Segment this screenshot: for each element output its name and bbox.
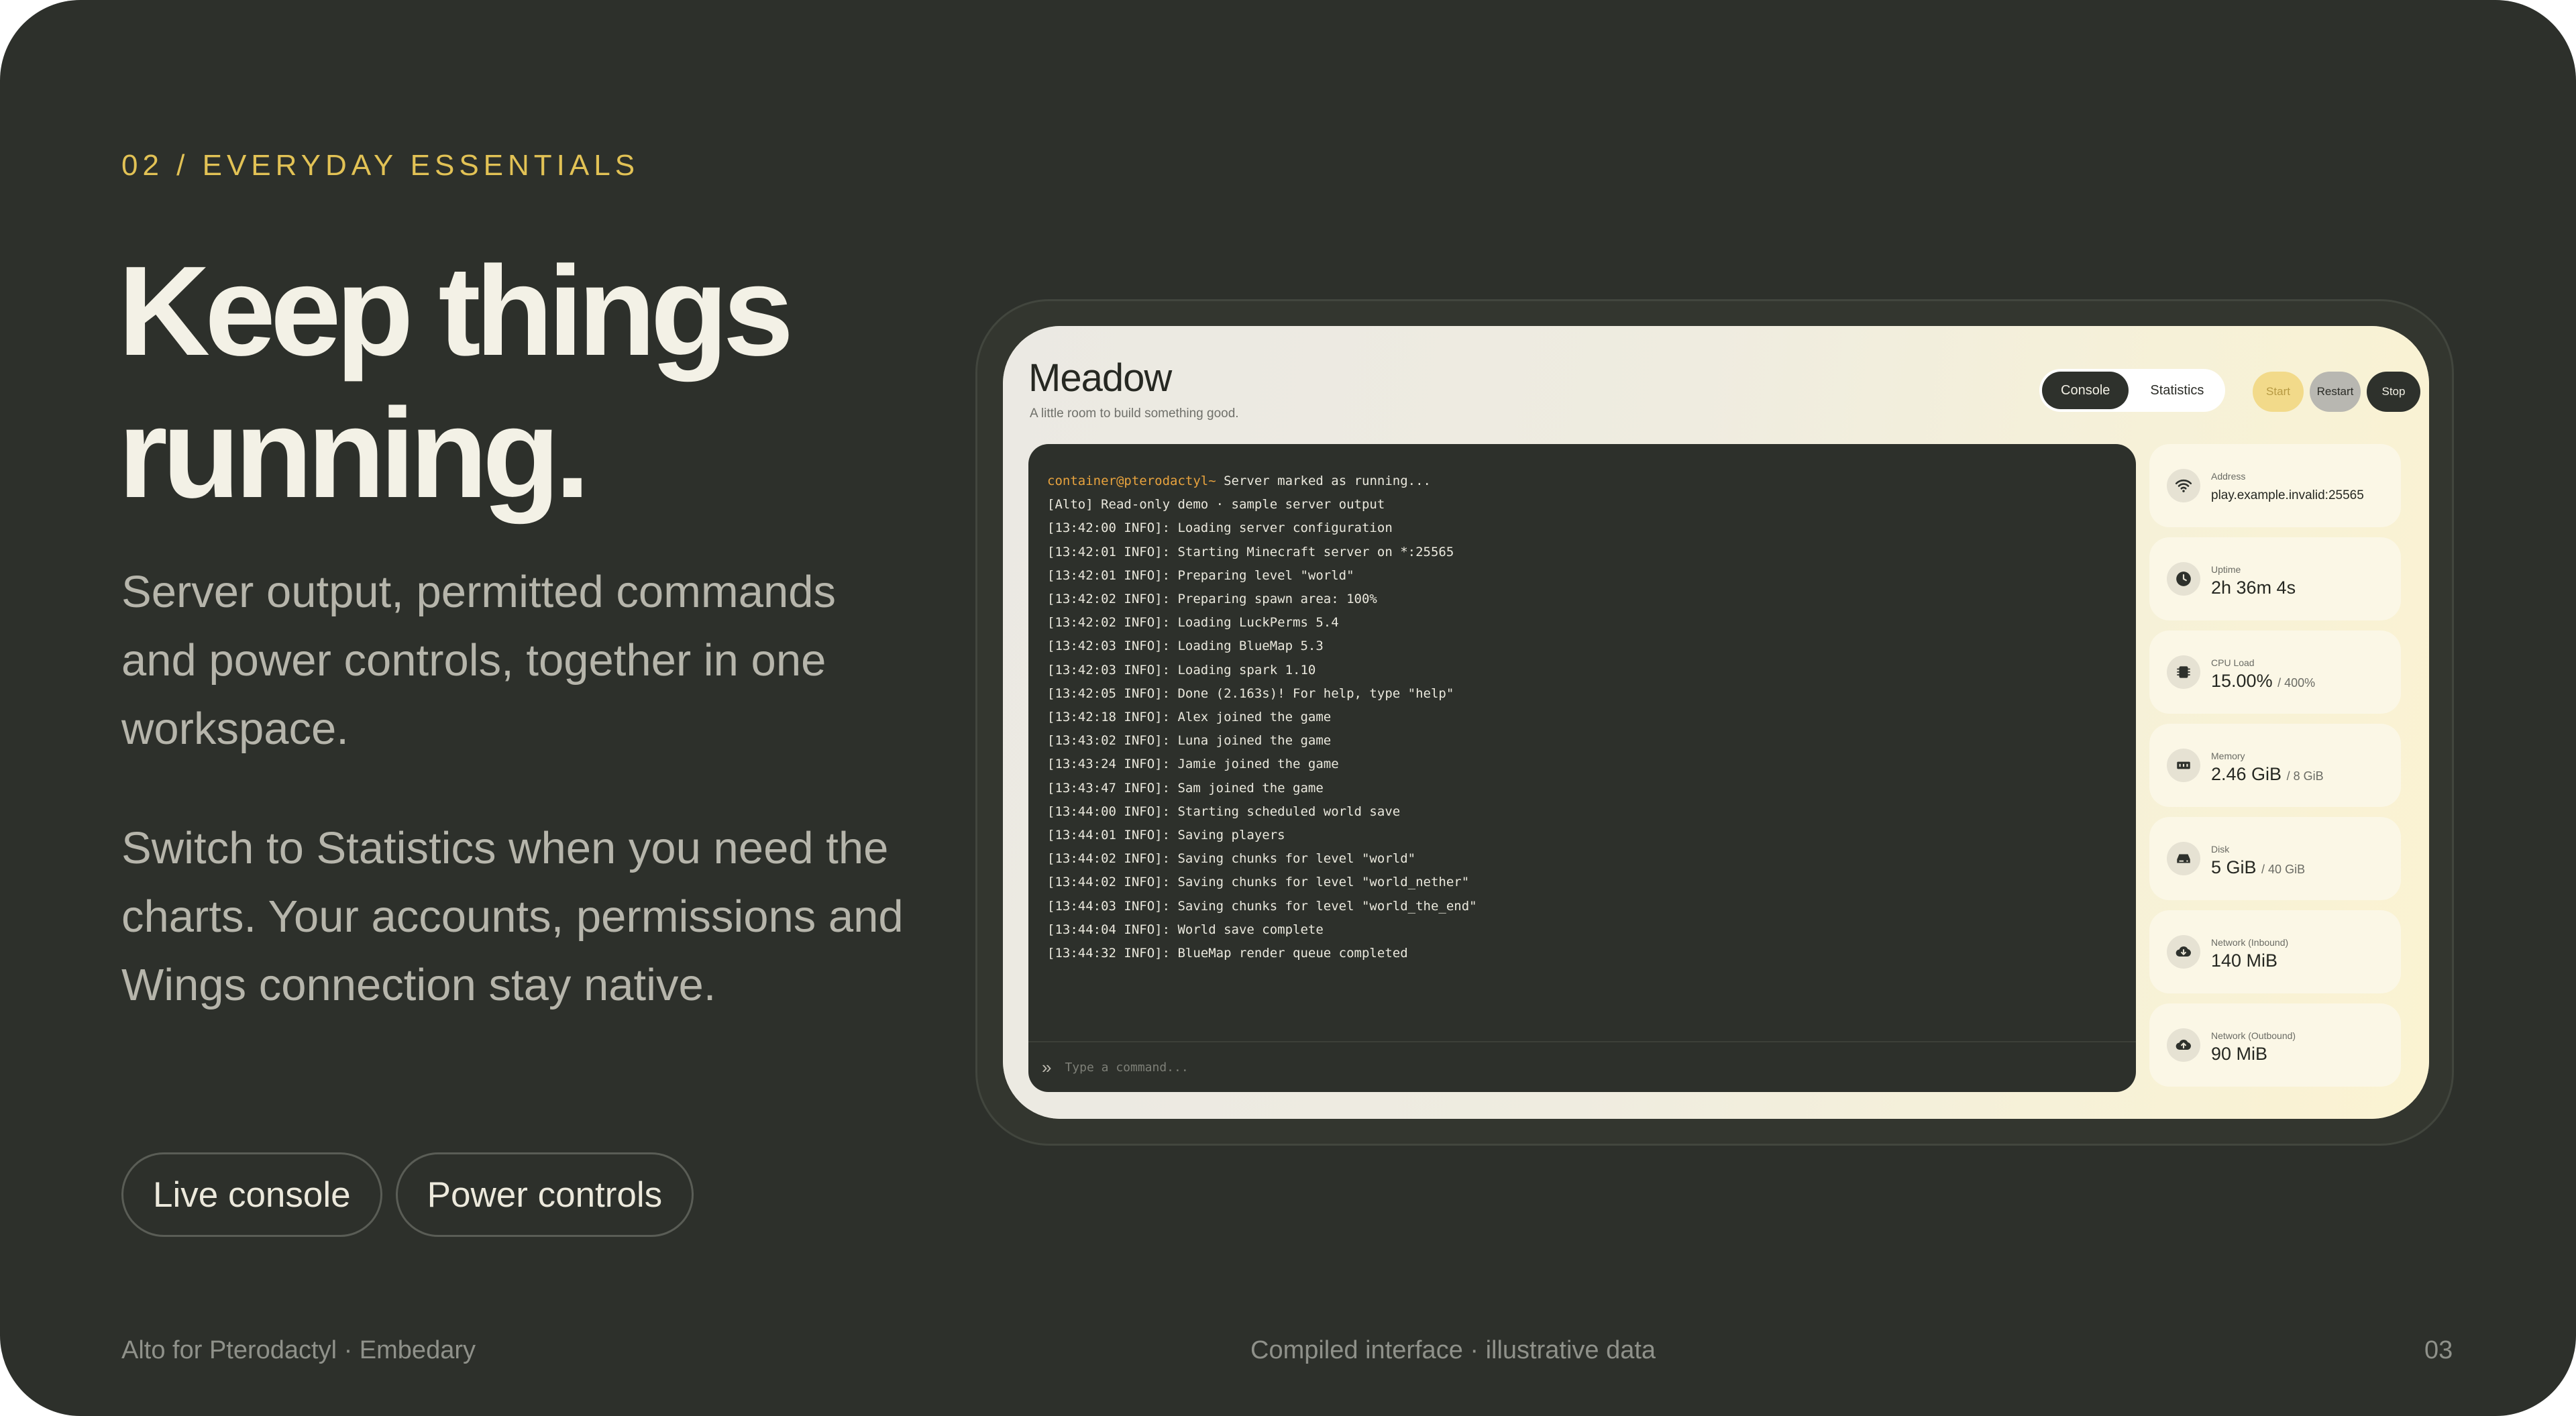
feature-pills: Live console Power controls — [121, 1152, 694, 1237]
stat-card-memory: Memory 2.46 GiB / 8 GiB — [2149, 724, 2401, 807]
stat-value: play.example.invalid:25565 — [2211, 488, 2364, 502]
headline-line-1: Keep things — [118, 240, 794, 382]
stat-card-address: Address play.example.invalid:25565 — [2149, 444, 2401, 527]
console-output: container@pterodactyl~ Server marked as … — [1047, 470, 1477, 965]
console-line: [13:43:47 INFO]: Sam joined the game — [1047, 780, 1324, 796]
console-line-text: Server marked as running... — [1216, 474, 1431, 488]
section-eyebrow: 02 / EVERYDAY ESSENTIALS — [121, 149, 640, 182]
headline-line-2: running. — [118, 382, 590, 525]
pill-live-console: Live console — [121, 1152, 382, 1237]
slide: 02 / EVERYDAY ESSENTIALS Keep things run… — [0, 0, 2576, 1416]
console-line: container@pterodactyl~ Server marked as … — [1047, 470, 1477, 493]
intro-paragraph: Server output, permitted commands and po… — [121, 567, 837, 754]
tab-console[interactable]: Console — [2042, 372, 2129, 409]
stat-card-network-outbound: Network (Outbound) 90 MiB — [2149, 1003, 2401, 1087]
chevron-right-icon: » — [1042, 1056, 1052, 1077]
stat-card-disk: Disk 5 GiB / 40 GiB — [2149, 817, 2401, 900]
stat-label: CPU Load — [2211, 657, 2255, 668]
stat-value: 15.00% — [2211, 671, 2273, 691]
footer-caption: Compiled interface · illustrative data — [1250, 1336, 1656, 1364]
console-line: [13:44:00 INFO]: Starting scheduled worl… — [1047, 804, 1401, 819]
stat-value-line: 2.46 GiB / 8 GiB — [2211, 764, 2324, 785]
stat-label: Memory — [2211, 751, 2245, 761]
stat-card-uptime: Uptime 2h 36m 4s — [2149, 537, 2401, 620]
stat-limit: / 8 GiB — [2286, 769, 2324, 783]
console-line: [Alto] Read-only demo · sample server ou… — [1047, 497, 1385, 512]
stat-limit: / 40 GiB — [2261, 863, 2306, 876]
console-panel: container@pterodactyl~ Server marked as … — [1028, 444, 2136, 1092]
stat-label: Network (Outbound) — [2211, 1030, 2296, 1041]
console-line: [13:44:02 INFO]: Saving chunks for level… — [1047, 851, 1416, 867]
detail-paragraph: Switch to Statistics when you need the c… — [121, 823, 904, 1010]
stat-value: 2h 36m 4s — [2211, 578, 2296, 598]
console-line: [13:42:01 INFO]: Preparing level "world" — [1047, 567, 1354, 583]
console-prompt: container@pterodactyl~ — [1047, 474, 1216, 488]
console-line: [13:44:32 INFO]: BlueMap render queue co… — [1047, 946, 1408, 961]
command-bar: » — [1028, 1041, 2136, 1092]
server-description: A little room to build something good. — [1030, 406, 1239, 421]
wifi-icon — [2167, 469, 2200, 502]
console-line: [13:43:24 INFO]: Jamie joined the game — [1047, 757, 1339, 772]
stat-value-line: 15.00% / 400% — [2211, 671, 2315, 692]
start-button[interactable]: Start — [2253, 372, 2304, 412]
stat-label: Uptime — [2211, 564, 2241, 575]
pill-power-controls: Power controls — [395, 1152, 694, 1237]
console-line: [13:44:04 INFO]: World save complete — [1047, 922, 1324, 937]
restart-button[interactable]: Restart — [2310, 372, 2361, 412]
stat-value: 140 MiB — [2211, 950, 2278, 971]
disk-icon — [2167, 842, 2200, 875]
console-line: [13:42:02 INFO]: Loading LuckPerms 5.4 — [1047, 615, 1339, 631]
stat-label: Network (Inbound) — [2211, 937, 2289, 948]
tab-statistics[interactable]: Statistics — [2131, 372, 2222, 409]
footer-brand: Alto for Pterodactyl · Embedary — [121, 1336, 476, 1364]
console-line: [13:44:02 INFO]: Saving chunks for level… — [1047, 875, 1470, 890]
server-panel: Meadow A little room to build something … — [1003, 326, 2429, 1119]
stat-label: Address — [2211, 471, 2246, 482]
command-input[interactable] — [1065, 1060, 2004, 1075]
stat-limit: / 400% — [2277, 676, 2316, 690]
stat-card-network-inbound: Network (Inbound) 140 MiB — [2149, 910, 2401, 993]
cloud-download-icon — [2167, 935, 2200, 969]
console-line: [13:42:00 INFO]: Loading server configur… — [1047, 521, 1393, 536]
stat-value-line: 5 GiB / 40 GiB — [2211, 857, 2305, 878]
console-line: [13:42:03 INFO]: Loading BlueMap 5.3 — [1047, 639, 1324, 654]
memory-icon — [2167, 749, 2200, 782]
console-line: [13:42:18 INFO]: Alex joined the game — [1047, 710, 1332, 725]
server-name: Meadow — [1028, 356, 1172, 400]
stat-value: 5 GiB — [2211, 857, 2257, 877]
console-line: [13:42:01 INFO]: Starting Minecraft serv… — [1047, 544, 1454, 559]
console-line: [13:43:02 INFO]: Luna joined the game — [1047, 733, 1332, 749]
stat-card-cpu: CPU Load 15.00% / 400% — [2149, 631, 2401, 714]
stop-button[interactable]: Stop — [2367, 372, 2420, 412]
console-line: [13:44:03 INFO]: Saving chunks for level… — [1047, 898, 1477, 914]
clock-icon — [2167, 562, 2200, 596]
console-line: [13:44:01 INFO]: Saving players — [1047, 828, 1285, 843]
stat-label: Disk — [2211, 844, 2230, 855]
page-number: 03 — [2424, 1336, 2453, 1364]
console-line: [13:42:03 INFO]: Loading spark 1.10 — [1047, 662, 1316, 677]
console-line: [13:42:02 INFO]: Preparing spawn area: 1… — [1047, 592, 1377, 607]
stat-value: 90 MiB — [2211, 1044, 2268, 1064]
stat-value: 2.46 GiB — [2211, 764, 2282, 784]
console-line: [13:42:05 INFO]: Done (2.163s)! For help… — [1047, 686, 1454, 701]
cpu-icon — [2167, 655, 2200, 689]
view-tabs: Console Statistics — [2039, 369, 2226, 412]
headline: Keep things running. — [118, 240, 990, 525]
cloud-upload-icon — [2167, 1028, 2200, 1062]
